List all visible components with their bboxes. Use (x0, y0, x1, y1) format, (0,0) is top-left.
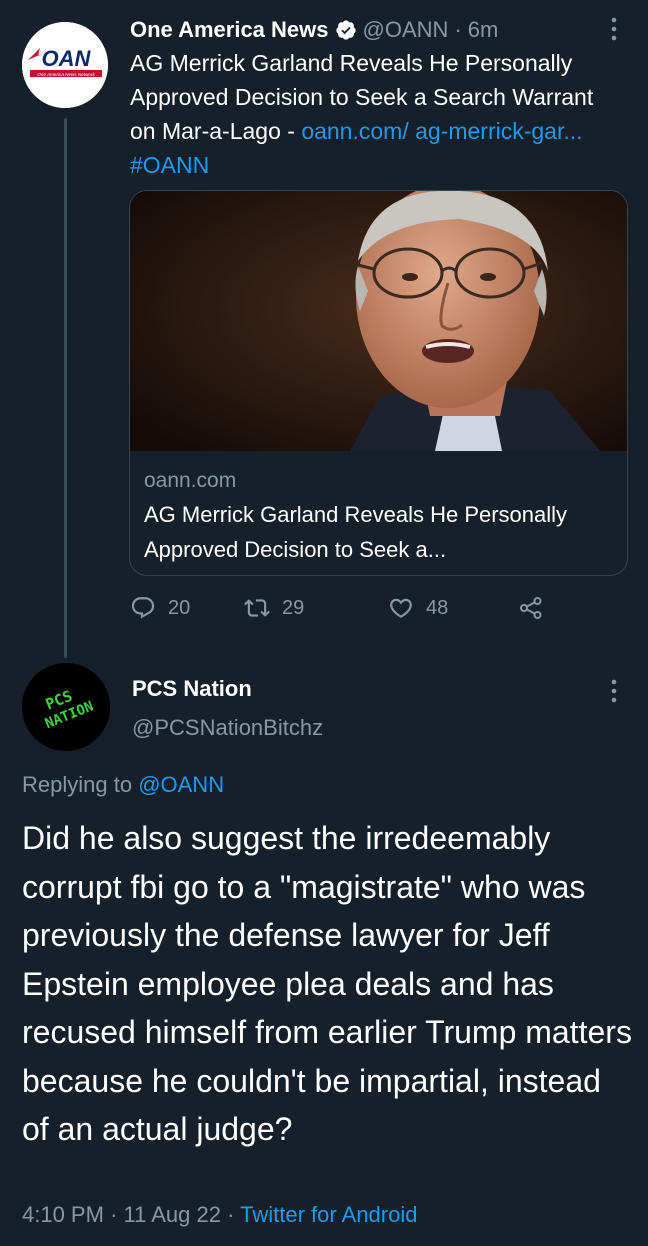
tweet1-header: One America News @OANN · 6m (130, 12, 498, 48)
tweet-time[interactable]: 4:10 PM (22, 1202, 104, 1227)
retweet-icon (244, 599, 270, 617)
retweet-count: 29 (282, 596, 305, 619)
tweet-timestamp[interactable]: 6m (468, 17, 499, 43)
verified-badge-icon (335, 19, 357, 41)
author-handle[interactable]: @OANN (363, 17, 449, 43)
reply-count: 20 (168, 596, 191, 619)
author-handle[interactable]: @PCSNationBitchz (132, 715, 323, 741)
separator-dot: · (110, 1202, 118, 1227)
card-image (130, 191, 627, 451)
separator-dot: · (454, 17, 462, 42)
tweet1-text: AG Merrick Garland Reveals He Personally… (130, 46, 625, 182)
pcs-nation-logo: PCS NATION (22, 663, 110, 751)
card-title: AG Merrick Garland Reveals He Personally… (144, 502, 568, 562)
hashtag-link[interactable]: #OANN (130, 152, 209, 178)
avatar-pcs-nation[interactable]: PCS NATION (22, 663, 110, 751)
share-icon (520, 597, 542, 619)
like-count: 48 (426, 596, 449, 619)
more-vertical-icon[interactable] (604, 676, 624, 708)
client-link[interactable]: Twitter for Android (240, 1202, 417, 1227)
article-link[interactable]: oann.com/ ag-merrick-gar... (301, 118, 582, 144)
more-vertical-icon[interactable] (604, 14, 624, 46)
share-button[interactable] (518, 590, 544, 626)
reply-button[interactable]: 20 (130, 590, 190, 626)
thread-connector-line (64, 118, 67, 658)
card-domain: oann.com (144, 469, 237, 492)
replying-to-line: Replying to @OANN (22, 772, 224, 798)
reply-icon (131, 597, 155, 619)
tweet2-meta: 4:10 PM · 11 Aug 22 · Twitter for Androi… (22, 1202, 417, 1228)
tweet-date[interactable]: 11 Aug 22 (124, 1202, 221, 1227)
avatar-oann[interactable]: OAN One America News Network (22, 22, 108, 108)
svg-text:OAN: OAN (42, 46, 92, 71)
author-name[interactable]: One America News (130, 17, 329, 43)
tweet1-action-bar: 20 29 48 (130, 590, 600, 626)
replying-prefix: Replying to (22, 772, 139, 797)
link-preview-card[interactable]: oann.com AG Merrick Garland Reveals He P… (129, 190, 628, 576)
author-name[interactable]: PCS Nation (132, 676, 252, 702)
svg-text:One America News Network: One America News Network (37, 72, 95, 77)
like-button[interactable]: 48 (388, 590, 448, 626)
retweet-button[interactable]: 29 (244, 590, 304, 626)
separator-dot: · (227, 1202, 235, 1227)
oann-logo: OAN One America News Network (22, 22, 108, 108)
tweet2-text: Did he also suggest the irredeemably cor… (22, 820, 632, 1147)
replying-to-handle[interactable]: @OANN (138, 772, 224, 797)
heart-icon (390, 598, 412, 618)
